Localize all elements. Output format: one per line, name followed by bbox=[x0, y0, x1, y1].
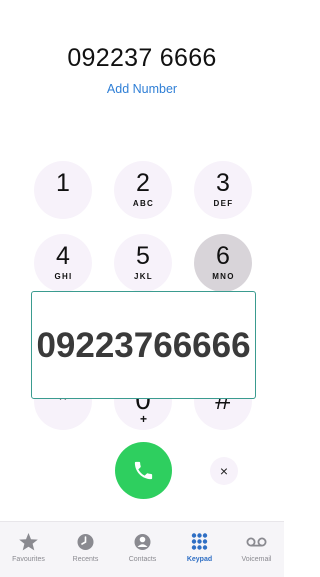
overlay-number-text: 09223766666 bbox=[36, 326, 251, 365]
nav-label: Recents bbox=[72, 556, 99, 563]
nav-recents[interactable]: Recents bbox=[57, 522, 114, 577]
key-letters: JKL bbox=[133, 272, 153, 281]
call-button[interactable] bbox=[115, 442, 172, 499]
dialed-number: 092237 6666 bbox=[67, 44, 217, 72]
nav-label: Favourites bbox=[12, 556, 45, 563]
nav-label: Voicemail bbox=[241, 556, 272, 563]
nav-label: Keypad bbox=[186, 556, 213, 563]
star-icon bbox=[19, 533, 38, 551]
key-letters: + bbox=[139, 412, 147, 426]
nav-contacts[interactable]: Contacts bbox=[114, 522, 171, 577]
key-4[interactable]: 4 GHI bbox=[34, 234, 92, 292]
key-6[interactable]: 6 MNO bbox=[194, 234, 252, 292]
keypad-icon bbox=[191, 533, 208, 550]
key-digit: 4 bbox=[56, 242, 70, 270]
add-number-link[interactable]: Add Number bbox=[0, 82, 284, 96]
key-digit: 5 bbox=[136, 242, 150, 270]
key-5[interactable]: 5 JKL bbox=[114, 234, 172, 292]
key-2[interactable]: 2 ABC bbox=[114, 161, 172, 219]
person-icon bbox=[134, 534, 151, 550]
clock-icon bbox=[77, 534, 94, 550]
key-letters: GHI bbox=[54, 272, 73, 281]
key-letters: MNO bbox=[212, 272, 235, 281]
nav-label: Contacts bbox=[128, 556, 157, 563]
key-digit: 2 bbox=[136, 169, 150, 197]
voicemail-icon bbox=[246, 537, 267, 547]
key-digit: 1 bbox=[56, 169, 70, 197]
nav-keypad[interactable]: Keypad bbox=[171, 522, 228, 577]
bottom-navigation: Favourites Recents Contacts Keypad Voice… bbox=[0, 521, 284, 577]
key-1[interactable]: 1 bbox=[34, 161, 92, 219]
delete-button[interactable]: × bbox=[210, 457, 238, 485]
nav-favourites[interactable]: Favourites bbox=[0, 522, 57, 577]
key-letters: ABC bbox=[132, 199, 155, 208]
number-overlay: 09223766666 bbox=[31, 291, 256, 399]
key-3[interactable]: 3 DEF bbox=[194, 161, 252, 219]
phone-icon bbox=[134, 461, 153, 480]
nav-voicemail[interactable]: Voicemail bbox=[228, 522, 285, 577]
key-letters: DEF bbox=[213, 199, 234, 208]
key-digit: 6 bbox=[216, 242, 230, 270]
key-digit: 3 bbox=[216, 169, 230, 197]
